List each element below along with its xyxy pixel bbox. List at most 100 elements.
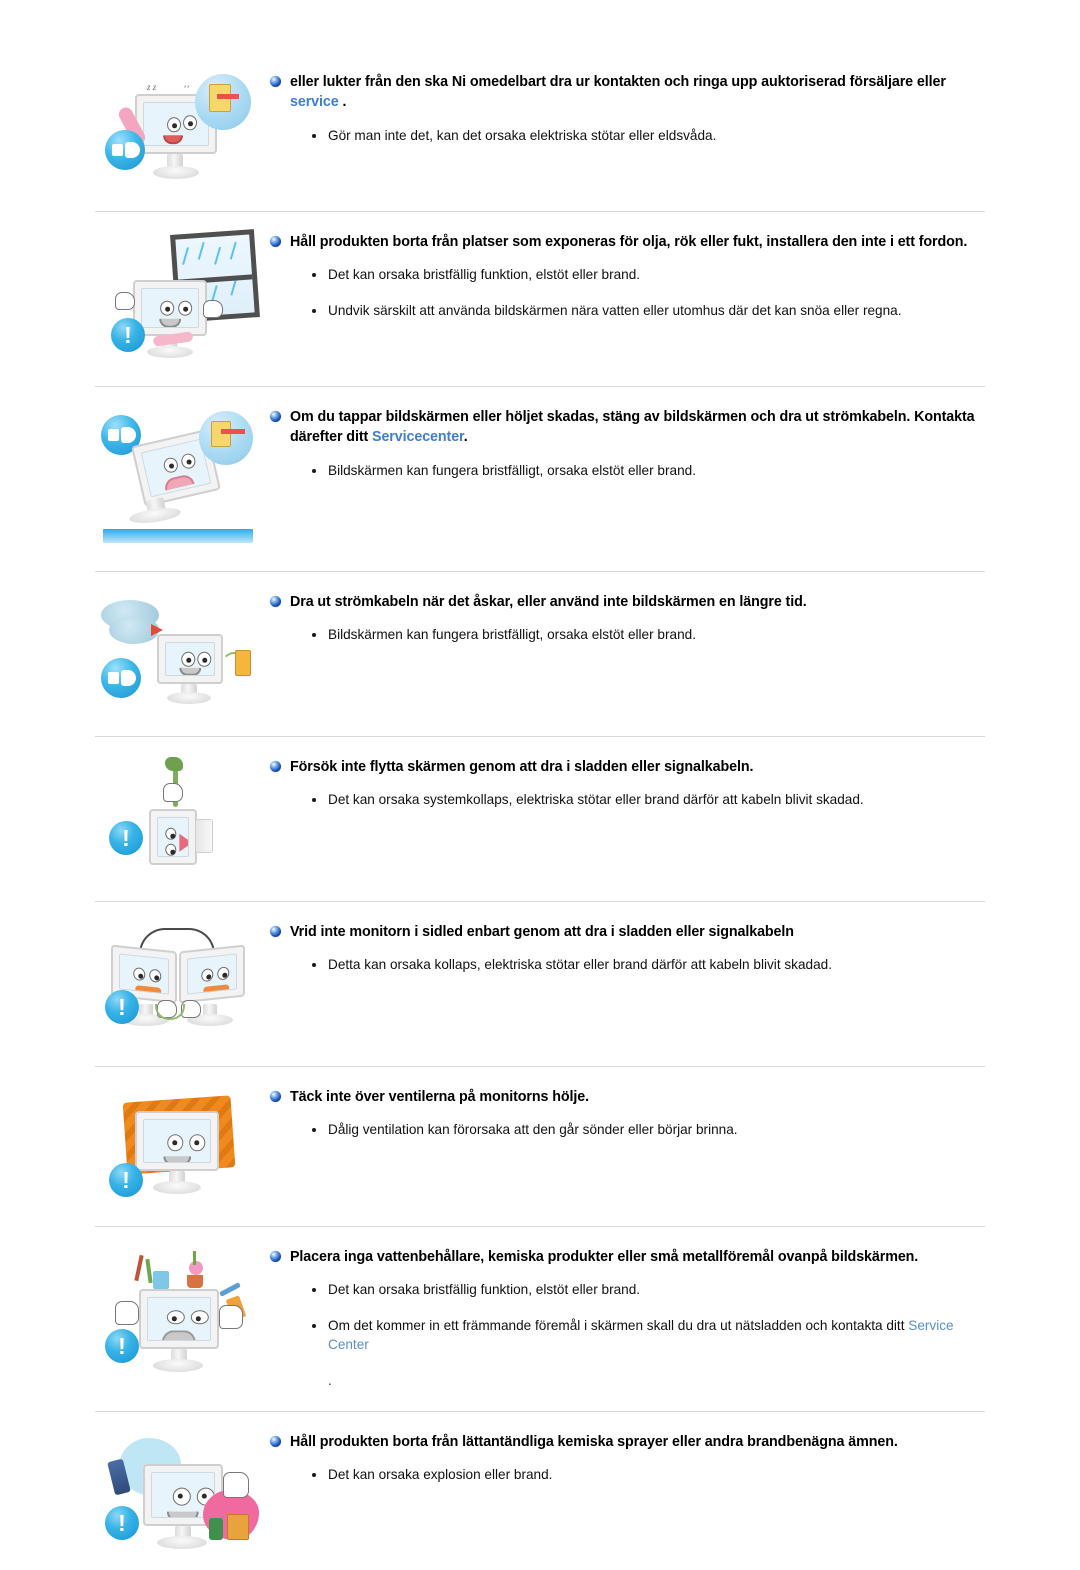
list-item: Det kan orsaka bristfällig funktion, els… [312,1280,985,1299]
heading-text-part: Täck inte över ventilerna på monitorns h… [290,1089,589,1105]
section-heading: Placera inga vattenbehållare, kemiska pr… [270,1247,985,1267]
section-dont-swivel-by-cable: ! Vrid inte monitorn i sidled enbart gen… [0,920,1080,1050]
illustration-monitor-smoke-phone-unplug: z z ʼʼ [95,70,270,195]
section-text: eller lukter från den ska Ni omedelbart … [270,70,985,145]
section-text: Vrid inte monitorn i sidled enbart genom… [270,920,985,975]
bullet-dot-icon [312,798,316,803]
warning-icon: ! [111,318,145,352]
warning-icon: ! [105,1329,139,1363]
illustration-monitor-spray-chemicals: ! [95,1430,270,1570]
list-item: Bildskärmen kan fungera bristfälligt, or… [312,461,985,480]
orb-bullet-icon [270,411,281,422]
section-no-objects-on-top: ! Placera inga vattenbehållare, kemiska … [0,1245,1080,1395]
list-item-text: Det kan orsaka explosion eller brand. [328,1467,553,1483]
list-item-text: Detta kan orsaka kollaps, elektriska stö… [328,957,832,973]
unplug-icon [101,658,141,698]
section-heading: Om du tappar bildskärmen eller höljet sk… [270,407,985,448]
bullet-list: Det kan orsaka explosion eller brand. [270,1465,985,1484]
safety-instructions-page: z z ʼʼ eller lukter från den ska Ni omed… [0,0,1080,1570]
section-dropped-monitor: Om du tappar bildskärmen eller höljet sk… [0,405,1080,555]
section-divider [95,211,985,212]
list-item: Bildskärmen kan fungera bristfälligt, or… [312,625,985,644]
list-item: Det kan orsaka bristfällig funktion, els… [312,265,985,284]
heading-text-part: Försök inte flytta skärmen genom att dra… [290,759,754,775]
heading-text-part: Håll produkten borta från lättantändliga… [290,1434,898,1450]
heading-text-part: Håll produkten borta från platser som ex… [290,234,968,250]
service-link[interactable]: service [290,94,339,110]
orb-bullet-icon [270,1091,281,1102]
section-heading: Täck inte över ventilerna på monitorns h… [270,1087,985,1107]
orb-bullet-icon [270,1436,281,1447]
bullet-list: Det kan orsaka systemkollaps, elektriska… [270,790,985,809]
bullet-list: Bildskärmen kan fungera bristfälligt, or… [270,625,985,644]
section-text: Håll produkten borta från platser som ex… [270,230,985,320]
list-item: Detta kan orsaka kollaps, elektriska stö… [312,955,985,974]
section-dont-move-by-cable: ! Försök inte flytta skärmen genom att d… [0,755,1080,885]
section-heading: Dra ut strömkabeln när det åskar, eller … [270,592,985,612]
orb-bullet-icon [270,761,281,772]
illustration-monitor-covered-with-cloth: ! [95,1085,270,1210]
list-item: Det kan orsaka systemkollaps, elektriska… [312,790,985,809]
bullet-dot-icon [312,308,316,313]
orb-bullet-icon [270,236,281,247]
bullet-dot-icon [312,273,316,278]
bullet-list: Det kan orsaka bristfällig funktion, els… [270,265,985,320]
section-text: Placera inga vattenbehållare, kemiska pr… [270,1245,985,1390]
section-divider [95,1066,985,1067]
heading-text-part: . [463,429,468,446]
section-text: Dra ut strömkabeln när det åskar, eller … [270,590,985,645]
bullet-dot-icon [312,133,316,138]
section-heading: Håll produkten borta från lättantändliga… [270,1432,985,1452]
heading-text-part: Vrid inte monitorn i sidled enbart genom… [290,924,794,940]
section-heading: eller lukter från den ska Ni omedelbart … [270,72,985,113]
heading-text-part: eller lukter från den ska Ni omedelbart … [290,74,946,90]
illustration-two-monitors-swivel-cable: ! [95,920,270,1050]
list-item-text: Undvik särskilt att använda bildskärmen … [328,302,902,318]
warning-icon: ! [105,990,139,1024]
section-text: Täck inte över ventilerna på monitorns h… [270,1085,985,1140]
section-text: Håll produkten borta från lättantändliga… [270,1430,985,1485]
bullet-dot-icon [312,1323,316,1328]
bullet-dot-icon [312,1288,316,1293]
section-heading: Försök inte flytta skärmen genom att dra… [270,757,985,777]
illustration-monitor-rain-window: ! [95,229,270,370]
list-item-text: Det kan orsaka bristfällig funktion, els… [328,1282,641,1298]
section-divider [95,571,985,572]
list-item: Gör man inte det, kan det orsaka elektri… [312,126,985,145]
bullet-dot-icon [312,633,316,638]
bullet-list: Detta kan orsaka kollaps, elektriska stö… [270,955,985,974]
section-heading: Håll produkten borta från platser som ex… [270,232,985,252]
illustration-monitor-thunderstorm-unplug [95,590,270,720]
list-item: Dålig ventilation kan förorsaka att den … [312,1120,985,1139]
bullet-list: Dålig ventilation kan förorsaka att den … [270,1120,985,1139]
section-divider [95,736,985,737]
illustration-monitor-hanging-by-cable: ! [95,755,270,885]
heading-text-part: . [338,94,347,111]
list-item-text: Bildskärmen kan fungera bristfälligt, or… [328,462,696,478]
illustration-monitor-falling-unplug [95,405,270,555]
orb-bullet-icon [270,76,281,87]
servicecenter-link[interactable]: Servicecenter [372,429,464,445]
list-item: Om det kommer in ett främmande föremål i… [312,1316,985,1355]
section-text: Om du tappar bildskärmen eller höljet sk… [270,405,985,480]
section-text: Försök inte flytta skärmen genom att dra… [270,755,985,810]
list-item-text: Gör man inte det, kan det orsaka elektri… [328,127,717,143]
list-item-text: Det kan orsaka bristfällig funktion, els… [328,267,641,283]
bullet-dot-icon [312,468,316,473]
orb-bullet-icon [270,1251,281,1262]
list-item-text: Dålig ventilation kan förorsaka att den … [328,1122,738,1138]
section-dont-cover-vents: ! Täck inte över ventilerna på monitorns… [0,1085,1080,1210]
section-odor-unplug: z z ʼʼ eller lukter från den ska Ni omed… [0,70,1080,195]
illustration-monitor-objects-on-top: ! [95,1245,270,1395]
warning-icon: ! [109,1163,143,1197]
bullet-dot-icon [312,1128,316,1133]
list-item-text: Om det kommer in ett främmande föremål i… [328,1317,909,1333]
orb-bullet-icon [270,596,281,607]
trailing-period: . [328,1372,332,1388]
heading-text-part: Placera inga vattenbehållare, kemiska pr… [290,1249,919,1265]
bullet-list: Det kan orsaka bristfällig funktion, els… [270,1280,985,1389]
list-item-text: Det kan orsaka systemkollaps, elektriska… [328,792,864,808]
warning-icon: ! [109,821,143,855]
section-no-flammable-sprays: ! Håll produkten borta från lättantändli… [0,1430,1080,1570]
orb-bullet-icon [270,926,281,937]
